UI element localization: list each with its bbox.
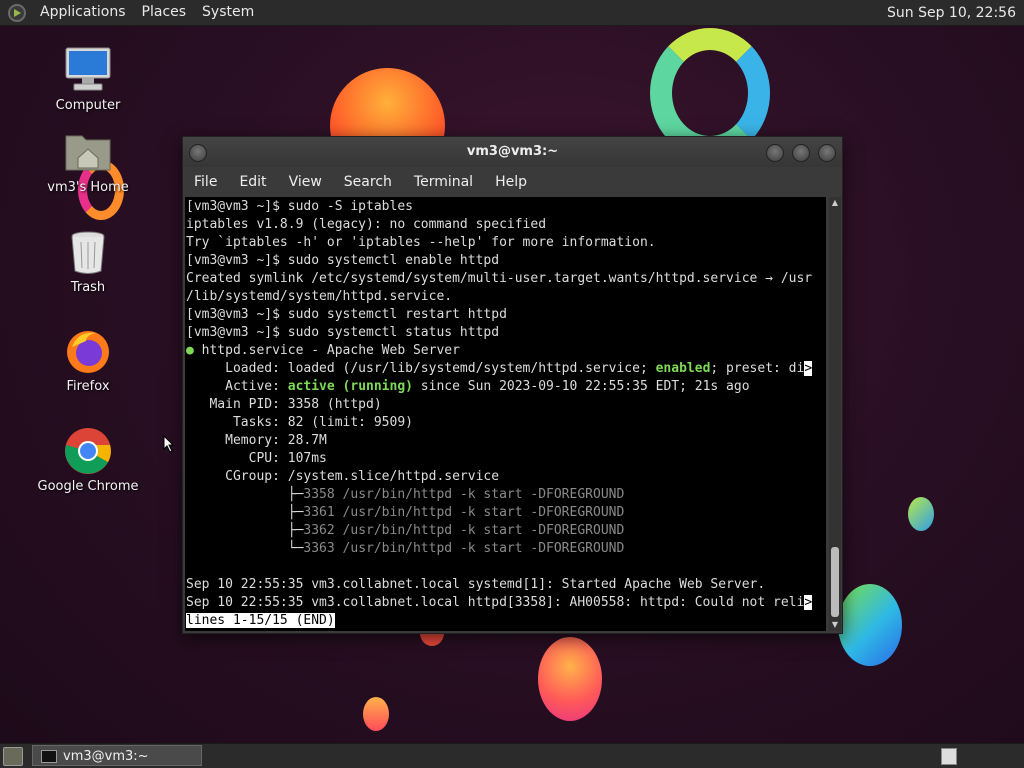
menu-search[interactable]: Search <box>333 174 403 190</box>
terminal-line: Loaded: loaded (/usr/lib/systemd/system/… <box>186 361 813 376</box>
workspace-switcher[interactable] <box>941 748 957 765</box>
desktop-computer[interactable]: Computer <box>33 46 143 113</box>
terminal-line: Tasks: 82 (limit: 9509) <box>186 415 413 430</box>
terminal-line: Active: active (running) since Sun 2023-… <box>186 379 750 394</box>
taskbar-terminal-button[interactable]: vm3@vm3:~ <box>32 745 202 766</box>
wallpaper-blue-blob <box>838 584 902 666</box>
terminal-line: Main PID: 3358 (httpd) <box>186 397 382 412</box>
terminal-line: └─3363 /usr/bin/httpd -k start -DFOREGRO… <box>186 541 625 556</box>
top-panel: Applications Places System Sun Sep 10, 2… <box>0 0 1024 26</box>
clock[interactable]: Sun Sep 10, 22:56 <box>887 5 1024 21</box>
terminal-line: Memory: 28.7M <box>186 433 327 448</box>
terminal-icon <box>41 750 57 763</box>
desktop-chrome[interactable]: Google Chrome <box>33 427 143 494</box>
desktop-firefox[interactable]: Firefox <box>33 327 143 394</box>
desktop-icon-label: Google Chrome <box>37 479 139 494</box>
scrollbar-thumb[interactable] <box>831 547 839 617</box>
terminal-text: [vm3@vm3 ~]$ sudo -S iptables iptables v… <box>185 197 826 630</box>
scroll-up-arrow-icon[interactable]: ▲ <box>829 197 841 209</box>
window-menu-button[interactable] <box>189 144 207 162</box>
close-button[interactable] <box>818 144 836 162</box>
terminal-line: [vm3@vm3 ~]$ sudo systemctl restart http… <box>186 307 507 322</box>
desktop-icon-label: Trash <box>70 280 106 295</box>
terminal-scrollbar[interactable]: ▲ ▼ <box>829 197 841 631</box>
terminal-line: Sep 10 22:55:35 vm3.collabnet.local http… <box>186 595 813 610</box>
applications-menu[interactable]: Applications <box>32 0 134 25</box>
terminal-line: ├─3358 /usr/bin/httpd -k start -DFOREGRO… <box>186 487 625 502</box>
home-folder-icon <box>64 128 112 176</box>
wallpaper-small-green-blob <box>908 497 934 531</box>
menu-view[interactable]: View <box>278 174 333 190</box>
terminal-line: ├─3362 /usr/bin/httpd -k start -DFOREGRO… <box>186 523 625 538</box>
menu-help[interactable]: Help <box>484 174 538 190</box>
wallpaper-small-orange-blob <box>363 697 389 731</box>
maximize-button[interactable] <box>792 144 810 162</box>
menu-edit[interactable]: Edit <box>228 174 277 190</box>
terminal-output[interactable]: [vm3@vm3 ~]$ sudo -S iptables iptables v… <box>185 197 826 631</box>
desktop-icon-label: vm3's Home <box>47 180 129 195</box>
window-title: vm3@vm3:~ <box>466 144 559 159</box>
desktop-icon-label: Firefox <box>66 379 110 394</box>
terminal-line: CPU: 107ms <box>186 451 327 466</box>
show-desktop-button[interactable] <box>3 747 23 766</box>
terminal-menubar: File Edit View Search Terminal Help <box>183 167 842 197</box>
desktop-trash[interactable]: Trash <box>33 228 143 295</box>
desktop-home[interactable]: vm3's Home <box>33 128 143 195</box>
terminal-line: [vm3@vm3 ~]$ sudo systemctl enable httpd <box>186 253 500 268</box>
chrome-icon <box>64 427 112 475</box>
bottom-panel: vm3@vm3:~ <box>0 743 1024 768</box>
distro-logo-icon[interactable] <box>8 3 26 22</box>
places-menu[interactable]: Places <box>134 0 195 25</box>
terminal-line: [vm3@vm3 ~]$ sudo -S iptables <box>186 199 413 214</box>
terminal-line: CGroup: /system.slice/httpd.service <box>186 469 500 484</box>
desktop-icon-label: Computer <box>55 98 121 113</box>
scroll-down-arrow-icon[interactable]: ▼ <box>829 619 841 631</box>
menu-terminal[interactable]: Terminal <box>403 174 484 190</box>
terminal-line: Sep 10 22:55:35 vm3.collabnet.local syst… <box>186 577 766 592</box>
window-titlebar[interactable]: vm3@vm3:~ <box>183 137 842 167</box>
terminal-line: [vm3@vm3 ~]$ sudo systemctl status httpd <box>186 325 500 340</box>
terminal-line: /lib/systemd/system/httpd.service. <box>186 289 453 304</box>
trash-icon <box>64 228 112 276</box>
taskbar-label: vm3@vm3:~ <box>63 749 149 764</box>
menu-file[interactable]: File <box>183 174 228 190</box>
terminal-line: iptables v1.8.9 (legacy): no command spe… <box>186 217 547 232</box>
terminal-window[interactable]: vm3@vm3:~ File Edit View Search Terminal… <box>182 136 843 634</box>
wallpaper-pink-blob <box>538 637 602 721</box>
terminal-line: lines 1-15/15 (END) <box>186 613 335 628</box>
terminal-line: Try `iptables -h' or 'iptables --help' f… <box>186 235 656 250</box>
computer-icon <box>64 46 112 94</box>
firefox-icon <box>64 327 112 375</box>
system-menu[interactable]: System <box>194 0 262 25</box>
minimize-button[interactable] <box>766 144 784 162</box>
mouse-cursor-icon <box>163 435 175 453</box>
terminal-line: ├─3361 /usr/bin/httpd -k start -DFOREGRO… <box>186 505 625 520</box>
terminal-line: Created symlink /etc/systemd/system/mult… <box>186 271 813 286</box>
terminal-line: ● httpd.service - Apache Web Server <box>186 343 460 358</box>
